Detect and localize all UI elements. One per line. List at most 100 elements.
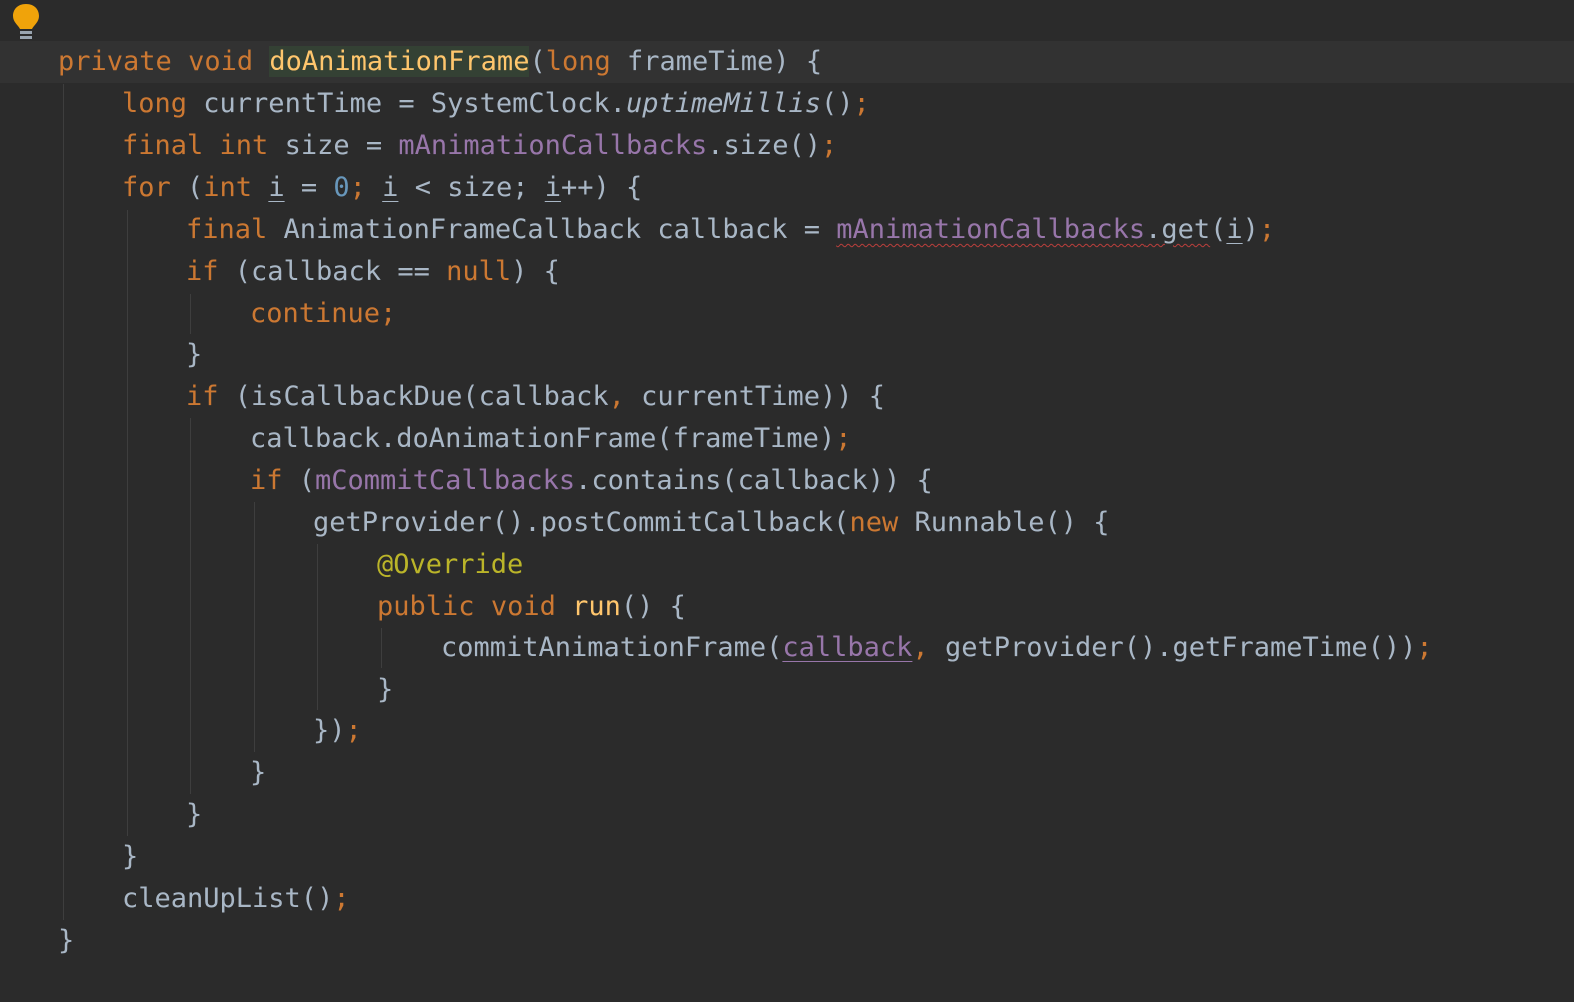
token-semicolon: ; xyxy=(1416,632,1433,663)
token-variable[interactable]: i xyxy=(382,172,398,203)
token-method-name[interactable]: doAnimationFrame xyxy=(269,46,530,77)
indent-guide xyxy=(190,294,191,334)
code-line-11[interactable]: if (mCommitCallbacks.contains(callback))… xyxy=(250,460,933,502)
code-line-3[interactable]: final int size = mAnimationCallbacks.siz… xyxy=(122,125,837,167)
token-text: cleanUpList() xyxy=(122,883,334,914)
token-field-warning[interactable]: mAnimationCallbacks xyxy=(836,214,1145,245)
token-text: = xyxy=(284,172,334,203)
token-text: callback.doAnimationFrame(frameTime) xyxy=(250,423,836,454)
token-text: currentTime)) { xyxy=(624,381,886,412)
token-keyword: if xyxy=(186,381,219,412)
token-keyword: for xyxy=(122,172,171,203)
token-keyword: long xyxy=(545,46,611,77)
token-semicolon: ; xyxy=(1258,214,1276,245)
code-line-8[interactable]: } xyxy=(186,334,202,376)
token-captured-variable[interactable]: callback xyxy=(782,632,912,663)
token-method-call-warning[interactable]: .get xyxy=(1145,214,1210,245)
token-keyword: final xyxy=(186,214,268,245)
indent-guide xyxy=(190,418,191,794)
token-text: ( xyxy=(1210,214,1227,245)
code-line-17[interactable]: }); xyxy=(313,710,362,752)
token-keyword: null xyxy=(446,256,512,287)
code-editor[interactable]: private void doAnimationFrame(long frame… xyxy=(0,0,1574,1002)
token-text: < size; xyxy=(398,172,545,203)
code-line-10[interactable]: callback.doAnimationFrame(frameTime); xyxy=(250,418,851,460)
token-text: ( xyxy=(282,465,316,496)
code-line-2[interactable]: long currentTime = SystemClock.uptimeMil… xyxy=(122,83,870,125)
indent-guide xyxy=(254,502,255,752)
code-line-22[interactable]: } xyxy=(58,920,74,962)
token-text: commitAnimationFrame( xyxy=(441,632,783,663)
token-text: size = xyxy=(268,130,399,161)
token-text: () { xyxy=(620,591,686,622)
token-keyword: continue xyxy=(250,298,381,329)
token-text: .contains(callback)) { xyxy=(575,465,933,496)
token-text: AnimationFrameCallback callback = xyxy=(267,214,837,245)
token-text: getProvider().getFrameTime()) xyxy=(928,632,1417,663)
code-line-21[interactable]: cleanUpList(); xyxy=(122,878,350,920)
token-static-method[interactable]: uptimeMillis xyxy=(626,88,821,119)
token-keyword: private xyxy=(58,46,172,77)
code-line-1[interactable]: private void doAnimationFrame(long frame… xyxy=(58,41,822,83)
token-semicolon: ; xyxy=(345,715,362,746)
token-text: () xyxy=(821,88,854,119)
code-line-19[interactable]: } xyxy=(186,794,202,836)
token-keyword: int xyxy=(203,172,253,203)
indent-guide xyxy=(127,210,128,836)
token-text: } xyxy=(58,925,75,956)
token-text: } xyxy=(122,841,139,872)
token-text: (callback == xyxy=(218,256,447,287)
token-semicolon: ; xyxy=(821,130,838,161)
token-text: Runnable() { xyxy=(898,507,1110,538)
token-keyword: int xyxy=(219,130,269,161)
token-text: } xyxy=(377,674,394,705)
token-keyword: void xyxy=(188,46,254,77)
token-text: }) xyxy=(313,715,346,746)
code-line-12[interactable]: getProvider().postCommitCallback(new Run… xyxy=(313,502,1110,544)
code-line-18[interactable]: } xyxy=(250,752,266,794)
code-line-14[interactable]: public void run() { xyxy=(377,586,686,628)
token-variable[interactable]: i xyxy=(545,172,561,203)
token-semicolon: ; xyxy=(380,298,397,329)
token-keyword: public xyxy=(377,591,475,622)
token-comma: , xyxy=(608,381,625,412)
token-annotation: @Override xyxy=(377,549,524,580)
token-field[interactable]: mCommitCallbacks xyxy=(315,465,575,496)
code-line-13[interactable]: @Override xyxy=(377,544,523,586)
token-semicolon: ; xyxy=(333,883,350,914)
token-method-name[interactable]: run xyxy=(572,591,621,622)
indent-guide xyxy=(317,544,318,710)
token-comma: , xyxy=(912,632,929,663)
token-keyword: final xyxy=(122,130,204,161)
code-line-16[interactable]: } xyxy=(377,669,393,711)
code-line-9[interactable]: if (isCallbackDue(callback, currentTime)… xyxy=(186,376,885,418)
code-line-6[interactable]: if (callback == null) { xyxy=(186,251,560,293)
code-line-7[interactable]: continue; xyxy=(250,293,396,335)
indent-guide xyxy=(63,84,64,920)
token-keyword: if xyxy=(250,465,283,496)
indent-guide xyxy=(381,628,382,668)
token-variable[interactable]: i xyxy=(268,172,284,203)
token-text: (isCallbackDue(callback xyxy=(218,381,609,412)
token-field[interactable]: mAnimationCallbacks xyxy=(398,130,707,161)
code-line-4[interactable]: for (int i = 0; i < size; i++) { xyxy=(122,167,642,209)
lightbulb-icon[interactable] xyxy=(10,2,42,42)
token-text: getProvider().postCommitCallback( xyxy=(313,507,850,538)
token-text: currentTime = SystemClock. xyxy=(187,88,626,119)
token-keyword: void xyxy=(490,591,556,622)
token-variable[interactable]: i xyxy=(1226,214,1242,245)
token-text: } xyxy=(186,799,203,830)
token-keyword: long xyxy=(122,88,188,119)
token-semicolon: ; xyxy=(835,423,852,454)
token-text: } xyxy=(250,757,267,788)
token-text: ) xyxy=(1242,214,1259,245)
token-text: } xyxy=(186,339,203,370)
code-line-20[interactable]: } xyxy=(122,836,138,878)
code-line-5[interactable]: final AnimationFrameCallback callback = … xyxy=(186,209,1275,251)
code-line-15[interactable]: commitAnimationFrame(callback, getProvid… xyxy=(441,627,1433,669)
